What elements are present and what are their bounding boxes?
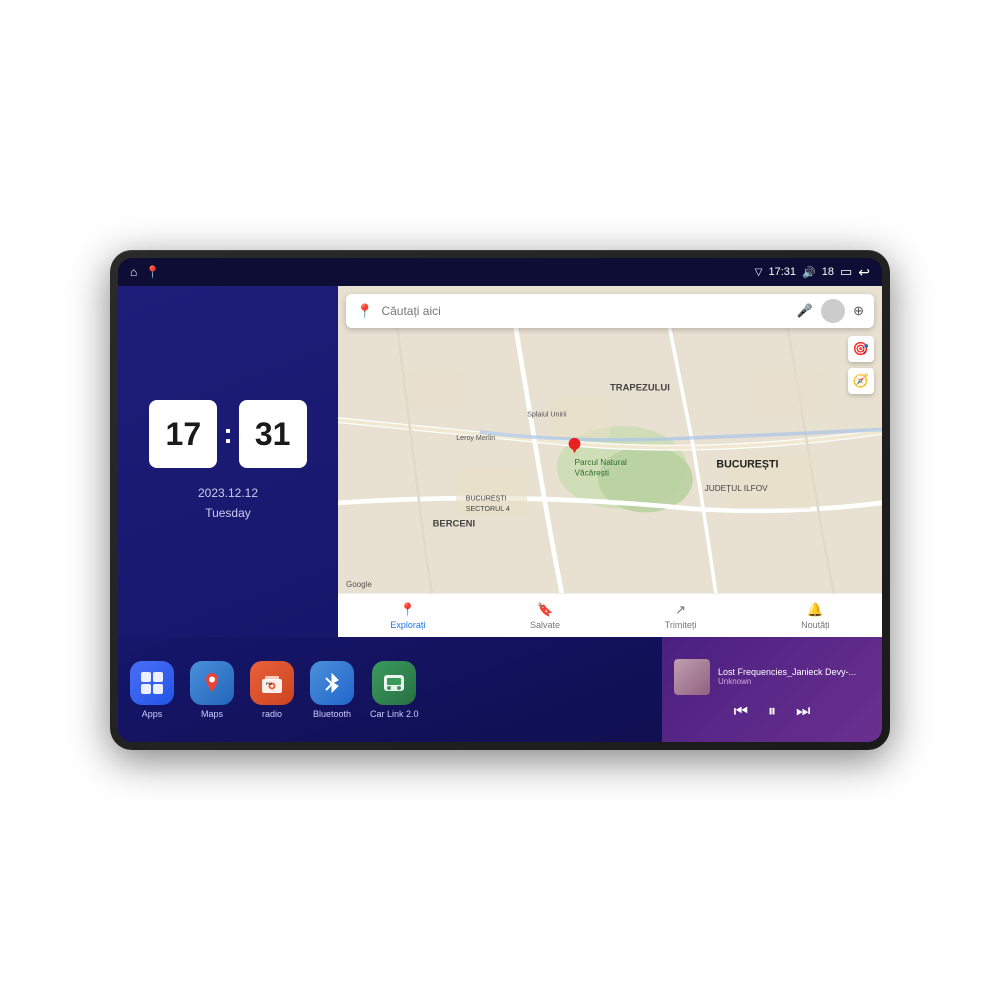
status-bar: ⌂ 📍 ▽ 17:31 🔊 18 ▭ ↩ — [118, 258, 882, 286]
map-search-input[interactable]: Căutați aici — [381, 304, 788, 318]
map-layers-icon[interactable]: ⊕ — [853, 303, 864, 319]
app-item-radio[interactable]: FM radio — [250, 661, 294, 719]
nav-noutăți-label: Noutăți — [801, 620, 830, 630]
map-location-button[interactable]: 🎯 — [848, 336, 874, 362]
clock-minutes: 31 — [239, 400, 307, 468]
map-background: TRAPEZULUI BUCUREȘTI JUDEȚUL ILFOV BERCE… — [338, 286, 882, 637]
google-logo: Google — [346, 580, 372, 589]
svg-text:SECTORUL 4: SECTORUL 4 — [466, 505, 510, 513]
apps-dock: Apps Maps — [118, 637, 662, 742]
upper-section: 17 : 31 2023.12.12 Tuesday — [118, 286, 882, 637]
music-player: Lost Frequencies_Janieck Devy-... Unknow… — [662, 637, 882, 742]
app-item-apps[interactable]: Apps — [130, 661, 174, 719]
apps-label: Apps — [142, 709, 163, 719]
battery-level: 18 — [822, 266, 834, 278]
nav-salvate-label: Salvate — [530, 620, 560, 630]
maps-label: Maps — [201, 709, 223, 719]
clock-date-value: 2023.12.12 — [198, 484, 258, 503]
svg-text:Leroy Merlin: Leroy Merlin — [456, 434, 495, 442]
clock-separator: : — [223, 418, 232, 450]
nav-explore-icon: 📍 — [400, 602, 416, 618]
device-body: ⌂ 📍 ▽ 17:31 🔊 18 ▭ ↩ 17 : — [110, 250, 890, 750]
back-icon[interactable]: ↩ — [858, 264, 870, 281]
map-nav-explorați[interactable]: 📍 Explorați — [390, 602, 425, 630]
map-compass-button[interactable]: 🧭 — [848, 368, 874, 394]
music-info: Lost Frequencies_Janieck Devy-... Unknow… — [674, 659, 870, 695]
svg-text:BUCUREȘTI: BUCUREȘTI — [716, 458, 778, 470]
svg-text:Parcul Natural: Parcul Natural — [575, 458, 628, 467]
map-search-bar[interactable]: 📍 Căutați aici 🎤 ⊕ — [346, 294, 874, 328]
battery-icon: ▭ — [840, 264, 852, 280]
app-item-carlink[interactable]: Car Link 2.0 — [370, 661, 419, 719]
radio-icon: FM — [250, 661, 294, 705]
device-screen: ⌂ 📍 ▽ 17:31 🔊 18 ▭ ↩ 17 : — [118, 258, 882, 742]
maps-icon — [190, 661, 234, 705]
bluetooth-label: Bluetooth — [313, 709, 351, 719]
svg-text:TRAPEZULUI: TRAPEZULUI — [610, 383, 670, 394]
map-bottom-nav: 📍 Explorați 🔖 Salvate ↗ Trimiteți 🔔 — [338, 593, 882, 637]
nav-saved-icon: 🔖 — [537, 602, 553, 618]
svg-text:Splaiul Unirii: Splaiul Unirii — [527, 411, 567, 419]
map-nav-noutăți[interactable]: 🔔 Noutăți — [801, 602, 830, 630]
bluetooth-icon — [310, 661, 354, 705]
volume-icon: 🔊 — [802, 266, 816, 279]
svg-text:BUCUREȘTI: BUCUREȘTI — [466, 495, 507, 503]
map-search-pin-icon: 📍 — [356, 303, 373, 320]
carlink-icon — [372, 661, 416, 705]
map-nav-trimiteți[interactable]: ↗ Trimiteți — [665, 602, 697, 630]
music-controls: ⏮ ⏸ ⏭ — [674, 703, 870, 721]
clock-hours: 17 — [149, 400, 217, 468]
nav-explorați-label: Explorați — [390, 620, 425, 630]
status-time: 17:31 — [768, 266, 796, 278]
clock-date: 2023.12.12 Tuesday — [198, 484, 258, 522]
app-item-maps[interactable]: Maps — [190, 661, 234, 719]
svg-text:Văcărești: Văcărești — [575, 469, 610, 478]
clock-display: 17 : 31 — [149, 400, 306, 468]
location-icon[interactable]: 📍 — [145, 265, 160, 279]
music-thumbnail — [674, 659, 710, 695]
music-text: Lost Frequencies_Janieck Devy-... Unknow… — [718, 667, 870, 686]
music-next-button[interactable]: ⏭ — [796, 703, 810, 721]
map-mic-icon[interactable]: 🎤 — [797, 303, 813, 319]
carlink-label: Car Link 2.0 — [370, 709, 419, 719]
map-panel[interactable]: TRAPEZULUI BUCUREȘTI JUDEȚUL ILFOV BERCE… — [338, 286, 882, 637]
music-title: Lost Frequencies_Janieck Devy-... — [718, 667, 870, 677]
apps-icon — [130, 661, 174, 705]
nav-news-icon: 🔔 — [807, 602, 823, 618]
app-item-bluetooth[interactable]: Bluetooth — [310, 661, 354, 719]
svg-text:FM: FM — [266, 681, 272, 686]
map-user-avatar[interactable] — [821, 299, 845, 323]
clock-day-value: Tuesday — [198, 504, 258, 523]
music-play-pause-button[interactable]: ⏸ — [768, 703, 776, 721]
home-icon[interactable]: ⌂ — [130, 265, 137, 279]
radio-label: radio — [262, 709, 282, 719]
status-right-info: ▽ 17:31 🔊 18 ▭ ↩ — [755, 264, 870, 281]
main-content: 17 : 31 2023.12.12 Tuesday — [118, 286, 882, 742]
nav-send-icon: ↗ — [675, 602, 686, 618]
bottom-section: Apps Maps — [118, 637, 882, 742]
clock-panel: 17 : 31 2023.12.12 Tuesday — [118, 286, 338, 637]
status-left-icons: ⌂ 📍 — [130, 265, 160, 279]
svg-text:BERCENI: BERCENI — [433, 519, 476, 530]
music-prev-button[interactable]: ⏮ — [734, 703, 748, 721]
signal-icon: ▽ — [755, 267, 763, 278]
map-nav-salvate[interactable]: 🔖 Salvate — [530, 602, 560, 630]
nav-trimiteți-label: Trimiteți — [665, 620, 697, 630]
music-artist: Unknown — [718, 677, 870, 686]
svg-text:JUDEȚUL ILFOV: JUDEȚUL ILFOV — [705, 484, 769, 493]
music-thumbnail-image — [674, 659, 710, 695]
